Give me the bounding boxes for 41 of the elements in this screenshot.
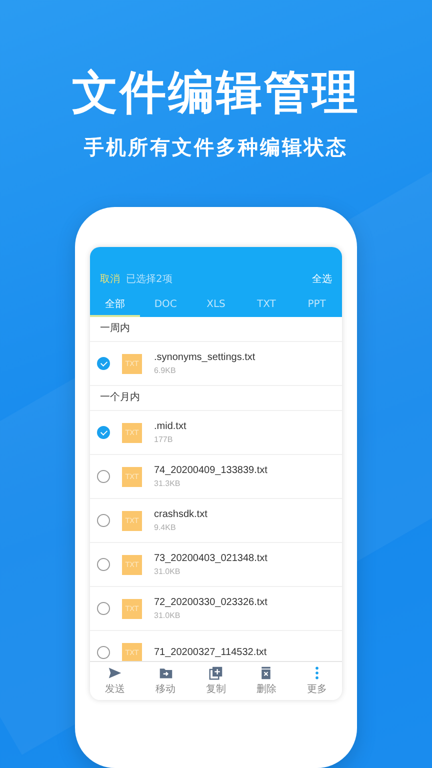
folder-icon [158,666,173,680]
file-name: .mid.txt [154,421,186,432]
file-size: 177B [154,435,174,444]
select-all-button[interactable]: 全选 [312,272,332,286]
checkbox[interactable] [97,357,110,370]
file-size: 6.9KB [154,366,177,375]
copy-icon [209,666,224,680]
cancel-button[interactable]: 取消 [100,272,120,286]
checkbox[interactable] [97,602,110,615]
tab[interactable]: XLS [190,293,242,317]
file-name: 74_20200409_133839.txt [154,465,268,476]
tab[interactable]: PPT [292,293,342,317]
action-button[interactable]: 更多 [306,682,327,696]
checkbox[interactable] [97,426,110,439]
action-button[interactable]: 发送 [105,682,126,696]
file-size: 31.0KB [154,567,182,576]
file-size: 9.4KB [154,523,177,532]
selection-count: 已选择2项 [126,272,174,286]
tab[interactable]: 全部 [90,293,140,317]
checkbox[interactable] [97,514,110,527]
headline: 文件编辑管理 [72,64,360,121]
subtitle: 手机所有文件多种编辑状态 [84,134,348,161]
tab[interactable]: DOC [140,293,191,317]
action-button[interactable]: 移动 [156,682,176,696]
file-name: crashsdk.txt [154,509,208,520]
trash-icon [259,666,274,680]
tab[interactable]: TXT [241,293,292,317]
action-button[interactable]: 删除 [256,682,276,696]
file-size: 31.0KB [154,611,182,620]
section-label: 一周内 [90,317,342,342]
file-name: 71_20200327_114532.txt [154,647,267,658]
checkbox[interactable] [97,558,110,571]
file-name: .synonyms_settings.txt [154,352,256,363]
checkbox[interactable] [97,646,110,659]
section-label: 一个月内 [90,386,342,411]
file-name: 72_20200330_023326.txt [154,597,268,608]
action-button[interactable]: 复制 [206,682,226,696]
send-icon [108,666,122,680]
file-size: 31.3KB [154,479,182,488]
file-name: 73_20200403_021348.txt [154,553,268,564]
checkbox[interactable] [97,470,110,483]
